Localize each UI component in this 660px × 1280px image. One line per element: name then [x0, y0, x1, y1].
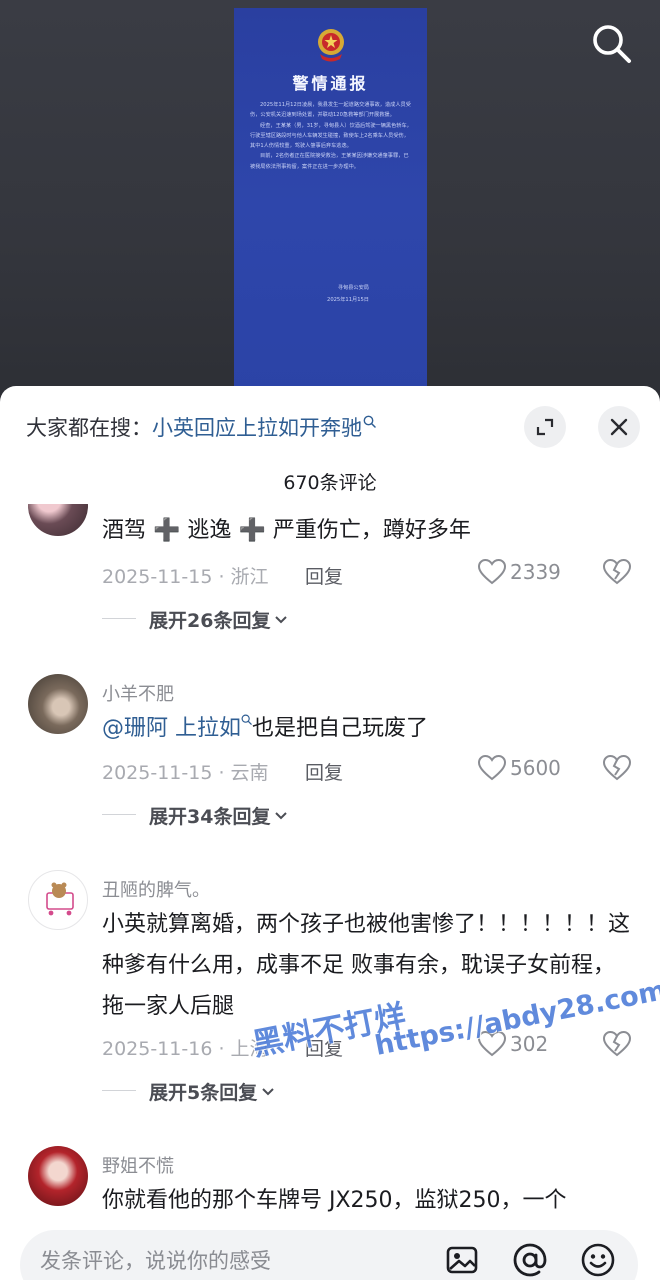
- like-button[interactable]: 302: [478, 1031, 548, 1057]
- comment-text: 酒驾 ➕ 逃逸 ➕ 严重伤亡，蹲好多年: [102, 518, 471, 543]
- sheet-header: 大家都在搜：小英回应上拉如开奔驰 670条评论: [0, 386, 660, 494]
- chevron-down-icon: [275, 615, 288, 623]
- broken-heart-icon[interactable]: [603, 1031, 631, 1057]
- video-area[interactable]: 警情通报 2025年11月12日凌晨，我县发生一起道路交通事故，造成人员受伤，公…: [0, 0, 660, 400]
- divider: [102, 618, 136, 619]
- mention-link[interactable]: @珊阿 上拉如: [102, 716, 241, 741]
- notice-org: 寻甸县公安局: [337, 285, 369, 291]
- image-icon[interactable]: [444, 1242, 480, 1278]
- expand-replies-button[interactable]: 展开26条回复: [102, 606, 288, 633]
- expand-replies-button[interactable]: 展开5条回复: [102, 1078, 275, 1105]
- police-notice-image: 警情通报 2025年11月12日凌晨，我县发生一起道路交通事故，造成人员受伤，公…: [234, 8, 427, 400]
- close-icon: [610, 418, 628, 436]
- notice-title: 警情通报: [292, 74, 369, 93]
- comment-sheet: 大家都在搜：小英回应上拉如开奔驰 670条评论 酒驾 ➕ 逃逸 ➕ 严重伤亡，蹲…: [0, 386, 660, 1280]
- comment-date-location: 2025-11-15 · 云南: [102, 762, 269, 784]
- reply-button[interactable]: 回复: [305, 562, 343, 589]
- search-icon[interactable]: [590, 22, 634, 66]
- comment-text: @珊阿 上拉如 也是把自己玩废了: [102, 714, 429, 741]
- comment-username[interactable]: 小羊不肥: [102, 680, 174, 706]
- heart-icon: [478, 559, 506, 585]
- heart-icon: [478, 755, 506, 781]
- comment-username[interactable]: 丑陋的脾气。: [102, 876, 210, 902]
- like-count: 5600: [510, 756, 561, 780]
- hot-search-bar[interactable]: 大家都在搜：小英回应上拉如开奔驰: [26, 412, 376, 442]
- comment-count: 670条评论: [283, 472, 377, 494]
- at-icon[interactable]: [512, 1242, 548, 1278]
- notice-paragraph: 目前，2名伤者正在医院接受救治，王某某因涉嫌交通肇事罪，已被我局依法刑事拘留，案…: [250, 153, 409, 170]
- broken-heart-icon[interactable]: [603, 559, 631, 585]
- chevron-down-icon: [262, 1087, 274, 1095]
- expand-replies-button[interactable]: 展开34条回复: [102, 802, 288, 829]
- notice-body: 2025年11月12日凌晨，我县发生一起道路交通事故，造成人员受伤，公安机关迅速…: [250, 100, 413, 172]
- search-icon: [363, 415, 376, 428]
- hot-search-prefix: 大家都在搜：: [26, 416, 152, 440]
- like-count: 302: [510, 1032, 549, 1056]
- comment-input-bar: [0, 1220, 660, 1280]
- notice-date: 2025年11月15日: [327, 297, 369, 303]
- expand-icon: [536, 418, 554, 436]
- comment-text: 小英就算离婚，两个孩子也被他害惨了！！！！！！这种爹有什么用，成事不足 败事有余…: [102, 912, 631, 1019]
- like-count: 2339: [510, 560, 561, 584]
- comment-input[interactable]: [40, 1244, 430, 1278]
- close-button[interactable]: [598, 406, 640, 448]
- reply-button[interactable]: 回复: [305, 1034, 343, 1061]
- heart-icon: [478, 1031, 506, 1057]
- search-icon: [241, 714, 252, 725]
- notice-paragraph: 经查，王某某（男，31岁，寻甸县人）饮酒后驾驶一辆黑色轿车，行驶至辖区路段时与他…: [250, 122, 412, 150]
- chevron-down-icon: [275, 811, 288, 819]
- like-button[interactable]: 5600: [478, 755, 561, 781]
- avatar[interactable]: [28, 504, 88, 536]
- emoji-icon[interactable]: [580, 1242, 616, 1278]
- broken-heart-icon[interactable]: [603, 755, 631, 781]
- notice-paragraph: 2025年11月12日凌晨，我县发生一起道路交通事故，造成人员受伤，公安机关迅速…: [250, 102, 411, 119]
- avatar[interactable]: [28, 1146, 88, 1206]
- expand-button[interactable]: [524, 406, 566, 448]
- divider: [102, 1090, 136, 1091]
- hot-search-query[interactable]: 小英回应上拉如开奔驰: [152, 416, 362, 440]
- teddy-bear-cart-icon: [46, 882, 74, 916]
- comment-date-location: 2025-11-16 · 上海: [102, 1038, 269, 1060]
- like-button[interactable]: 2339: [478, 559, 561, 585]
- comment-list[interactable]: 酒驾 ➕ 逃逸 ➕ 严重伤亡，蹲好多年 2025-11-15 · 浙江 回复 2…: [0, 504, 660, 1224]
- comment-date-location: 2025-11-15 · 浙江: [102, 566, 269, 588]
- divider: [102, 814, 136, 815]
- avatar[interactable]: [28, 870, 88, 930]
- avatar[interactable]: [28, 674, 88, 734]
- comment-input-pill[interactable]: [20, 1230, 638, 1280]
- reply-button[interactable]: 回复: [305, 758, 343, 785]
- comment-username[interactable]: 野姐不慌: [102, 1152, 174, 1178]
- comment-text: 你就看他的那个车牌号 JX250，监狱250，一个: [102, 1188, 567, 1213]
- police-emblem-icon: [318, 29, 344, 62]
